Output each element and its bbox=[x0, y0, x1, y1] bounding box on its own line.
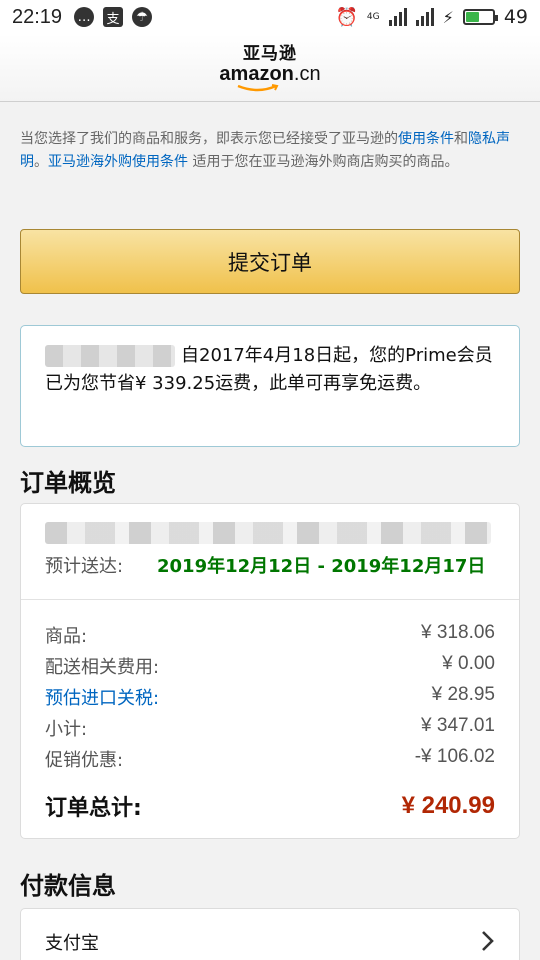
row-label: 配送相关费用: bbox=[45, 657, 160, 678]
battery-icon bbox=[462, 9, 498, 25]
row-label: 促销优惠: bbox=[45, 750, 124, 771]
logo-text: amazon.cn bbox=[219, 64, 320, 84]
row-label: 小计: bbox=[45, 719, 88, 740]
row-value: ¥ 0.00 bbox=[442, 653, 495, 674]
order-total-value: ¥ 240.99 bbox=[401, 792, 495, 819]
umbrella-icon: ☂ bbox=[132, 7, 153, 27]
notification-icons: … 支 ☂ bbox=[74, 7, 153, 27]
system-icons: ⏰ 4G ⚡ 49 bbox=[335, 6, 528, 28]
summary-row-shipping: 配送相关费用: ¥ 0.00 bbox=[45, 653, 495, 679]
app-header: 亚马逊 amazon.cn bbox=[0, 34, 540, 102]
status-bar: 22:19 … 支 ☂ ⏰ 4G ⚡ 49 bbox=[0, 0, 540, 34]
global-terms-link[interactable]: 亚马逊海外购使用条件 bbox=[48, 154, 188, 170]
payment-method-label: 支付宝 bbox=[45, 933, 99, 954]
prime-savings-box: 自2017年4月18日起，您的Prime会员已为您节省¥ 339.25运费，此单… bbox=[20, 325, 520, 447]
network-type-label: 4G bbox=[366, 12, 380, 22]
divider bbox=[21, 599, 519, 600]
signal-icon-2 bbox=[415, 8, 434, 26]
notice-text-2: 适用于您在亚马逊海外购商店购买的商品。 bbox=[188, 154, 459, 170]
logo-wordmark: amazon bbox=[219, 62, 294, 85]
order-total-row: 订单总计: ¥ 240.99 bbox=[45, 790, 495, 822]
logo-chinese: 亚马逊 bbox=[243, 43, 297, 64]
alarm-icon: ⏰ bbox=[335, 6, 358, 28]
summary-row-promotion: 促销优惠: -¥ 106.02 bbox=[45, 746, 495, 772]
summary-row-import-duty[interactable]: 预估进口关税: ¥ 28.95 bbox=[45, 684, 495, 710]
eta-date: 2019年12月12日 - 2019年12月17日 bbox=[157, 556, 486, 577]
terms-link[interactable]: 使用条件 bbox=[398, 131, 454, 147]
notice-and: 和 bbox=[454, 131, 468, 147]
chat-icon: … bbox=[74, 7, 95, 27]
chevron-right-icon bbox=[482, 931, 494, 951]
alipay-icon: 支 bbox=[103, 7, 124, 27]
clock: 22:19 bbox=[12, 5, 63, 28]
logo-suffix: .cn bbox=[293, 62, 321, 85]
order-overview-card: 预计送达: 2019年12月12日 - 2019年12月17日 商品: ¥ 31… bbox=[20, 503, 520, 839]
import-duty-link[interactable]: 预估进口关税: bbox=[45, 684, 159, 710]
row-value: -¥ 106.02 bbox=[414, 746, 495, 767]
order-total-label: 订单总计: bbox=[45, 796, 142, 821]
row-label: 商品: bbox=[45, 626, 88, 647]
blurred-username bbox=[45, 345, 175, 367]
summary-row-subtotal: 小计: ¥ 347.01 bbox=[45, 715, 495, 741]
summary-row-items: 商品: ¥ 318.06 bbox=[45, 622, 495, 648]
amazon-smile-icon bbox=[237, 83, 279, 91]
row-value: ¥ 318.06 bbox=[421, 622, 495, 643]
charging-icon: ⚡ bbox=[442, 7, 454, 27]
payment-method-row[interactable]: 支付宝 bbox=[20, 908, 520, 960]
notice-period: 。 bbox=[34, 154, 48, 170]
order-overview-title: 订单概览 bbox=[20, 469, 116, 497]
battery-percent: 49 bbox=[503, 6, 528, 28]
eta-label: 预计送达: bbox=[45, 556, 124, 577]
notice-text: 当您选择了我们的商品和服务，即表示您已经接受了亚马逊的 bbox=[20, 131, 398, 147]
legal-notice: 当您选择了我们的商品和服务，即表示您已经接受了亚马逊的使用条件和隐私声明。亚马逊… bbox=[20, 128, 520, 174]
row-value: ¥ 347.01 bbox=[421, 715, 495, 736]
blurred-product-name bbox=[45, 522, 491, 544]
payment-info-title: 付款信息 bbox=[20, 872, 116, 900]
signal-icon bbox=[388, 8, 407, 26]
row-value: ¥ 28.95 bbox=[431, 684, 495, 705]
submit-order-button[interactable]: 提交订单 bbox=[20, 229, 520, 294]
